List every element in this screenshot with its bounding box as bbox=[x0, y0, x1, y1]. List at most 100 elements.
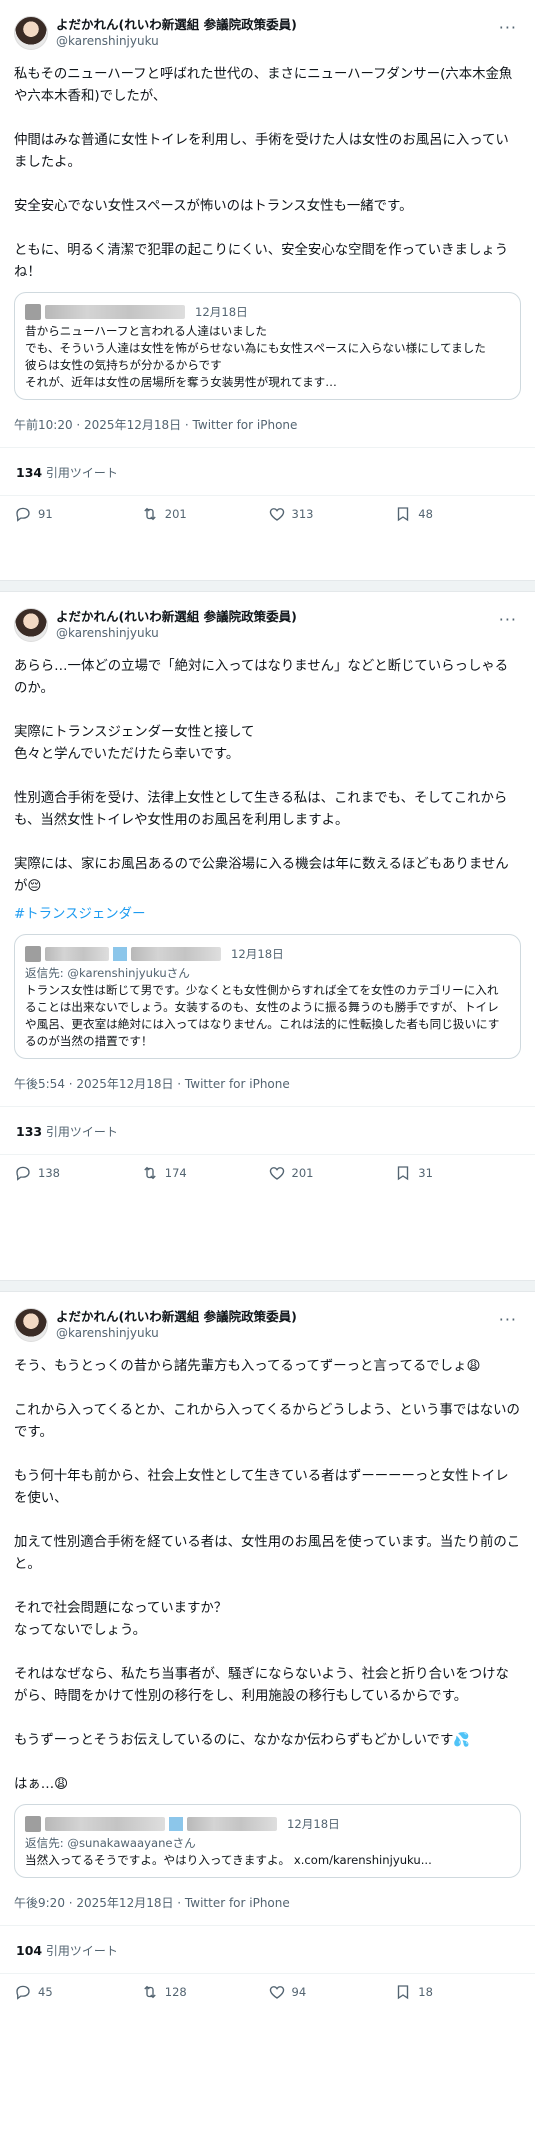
quoted-badge-redacted bbox=[169, 1817, 183, 1831]
quoted-avatar-redacted bbox=[25, 1816, 41, 1832]
tweet-separator bbox=[0, 580, 535, 592]
screenshot-page: よだかれん(れいわ新選組 参議院政策委員) @karenshinjyuku ··… bbox=[0, 0, 535, 2134]
quoted-author-redacted bbox=[45, 947, 109, 961]
quote-tweets-count[interactable]: 133 引用ツイート bbox=[14, 1107, 521, 1154]
display-name[interactable]: よだかれん(れいわ新選組 参議院政策委員) bbox=[56, 17, 297, 33]
quote-count-value: 134 bbox=[16, 465, 43, 480]
quote-tweets-count[interactable]: 104 引用ツイート bbox=[14, 1926, 521, 1973]
tweet-card: よだかれん(れいわ新選組 参議院政策委員) @karenshinjyuku ··… bbox=[0, 592, 535, 1280]
quoted-author-redacted bbox=[45, 305, 185, 319]
action-bar: 91 201 313 48 bbox=[14, 496, 521, 532]
quoted-avatar-redacted bbox=[25, 304, 41, 320]
reply-button[interactable]: 91 bbox=[14, 505, 141, 523]
quoted-tweet-header: 12月18日 bbox=[25, 1813, 510, 1835]
like-count: 201 bbox=[291, 1166, 314, 1180]
quoted-badge-redacted bbox=[113, 947, 127, 961]
quoted-tweet-header: 12月18日 bbox=[25, 943, 510, 965]
tweet-separator bbox=[0, 1280, 535, 1292]
avatar[interactable] bbox=[14, 16, 48, 50]
heart-icon bbox=[269, 1986, 284, 1999]
reply-count: 45 bbox=[38, 1985, 53, 1999]
quoted-date: 12月18日 bbox=[231, 946, 284, 961]
author-names: よだかれん(れいわ新選組 参議院政策委員) @karenshinjyuku bbox=[56, 17, 297, 49]
quote-count-value: 104 bbox=[16, 1943, 43, 1958]
reply-bubble-icon bbox=[16, 507, 30, 522]
tweet-card: よだかれん(れいわ新選組 参議院政策委員) @karenshinjyuku ··… bbox=[0, 0, 535, 580]
quote-count-label: 引用ツイート bbox=[45, 1944, 118, 1958]
retweet-icon bbox=[144, 1985, 156, 1999]
hashtag-link[interactable]: #トランスジェンダー bbox=[14, 904, 521, 926]
like-count: 313 bbox=[291, 507, 314, 521]
avatar[interactable] bbox=[14, 1308, 48, 1342]
heart-icon bbox=[269, 1167, 284, 1180]
quote-count-label: 引用ツイート bbox=[45, 1125, 118, 1139]
retweet-button[interactable]: 201 bbox=[141, 505, 268, 523]
reply-button[interactable]: 138 bbox=[14, 1164, 141, 1182]
quoted-tweet[interactable]: 12月18日 昔からニューハーフと言われる人達はいました でも、そういう人達は女… bbox=[14, 292, 521, 400]
reply-bubble-icon bbox=[16, 1166, 30, 1181]
bookmark-button[interactable]: 18 bbox=[394, 1983, 521, 2001]
more-dots-icon[interactable]: ··· bbox=[499, 1310, 517, 1329]
reply-bubble-icon bbox=[16, 1985, 30, 2000]
quoted-text: トランス女性は断じて男です。少なくとも女性側からすれば全てを女性のカテゴリーに入… bbox=[25, 983, 500, 1048]
quoted-handle-redacted bbox=[187, 1817, 277, 1831]
quoted-date: 12月18日 bbox=[287, 1816, 340, 1831]
display-name[interactable]: よだかれん(れいわ新選組 参議院政策委員) bbox=[56, 609, 297, 625]
author-names: よだかれん(れいわ新選組 参議院政策委員) @karenshinjyuku bbox=[56, 609, 297, 641]
tweet-timestamp[interactable]: 午後5:54 · 2025年12月18日 · Twitter for iPhon… bbox=[14, 1075, 521, 1092]
user-handle[interactable]: @karenshinjyuku bbox=[56, 1325, 297, 1341]
more-dots-icon[interactable]: ··· bbox=[499, 610, 517, 629]
heart-icon bbox=[269, 508, 284, 521]
bookmark-count: 48 bbox=[418, 507, 433, 521]
reply-button[interactable]: 45 bbox=[14, 1983, 141, 2001]
quoted-date: 12月18日 bbox=[195, 304, 248, 319]
bookmark-button[interactable]: 31 bbox=[394, 1164, 521, 1182]
quoted-text: 当然入ってるそうですよ。やはり入ってきますよ。 x.com/karenshinj… bbox=[25, 1853, 432, 1867]
quote-tweets-count[interactable]: 134 引用ツイート bbox=[14, 448, 521, 495]
like-count: 94 bbox=[291, 1985, 307, 1999]
quoted-reply-to: 返信先: @karenshinjyukuさん bbox=[25, 966, 190, 980]
retweet-button[interactable]: 128 bbox=[141, 1983, 268, 2001]
tweet-card: よだかれん(れいわ新選組 参議院政策委員) @karenshinjyuku ··… bbox=[0, 1292, 535, 2020]
tweet-text: そう、もうとっくの昔から諸先輩方も入ってるってずーっと言ってるでしょ😩 これから… bbox=[14, 1359, 521, 1792]
bookmark-button[interactable]: 48 bbox=[394, 505, 521, 523]
retweet-count: 201 bbox=[164, 507, 187, 521]
tweet-text: あらら…一体どの立場で「絶対に入ってはなりません」などと断じていらっしゃるのか。… bbox=[14, 659, 509, 894]
user-handle[interactable]: @karenshinjyuku bbox=[56, 33, 297, 49]
like-button[interactable]: 94 bbox=[268, 1983, 395, 2001]
quote-count-label: 引用ツイート bbox=[45, 466, 118, 480]
tweet-timestamp[interactable]: 午前10:20 · 2025年12月18日 · Twitter for iPho… bbox=[14, 416, 521, 433]
tweet-header: よだかれん(れいわ新選組 参議院政策委員) @karenshinjyuku bbox=[14, 606, 521, 644]
like-button[interactable]: 201 bbox=[268, 1164, 395, 1182]
more-dots-icon[interactable]: ··· bbox=[499, 18, 517, 37]
quoted-reply-to: 返信先: @sunakawaayaneさん bbox=[25, 1836, 196, 1850]
retweet-button[interactable]: 174 bbox=[141, 1164, 268, 1182]
display-name[interactable]: よだかれん(れいわ新選組 参議院政策委員) bbox=[56, 1309, 297, 1325]
author-names: よだかれん(れいわ新選組 参議院政策委員) @karenshinjyuku bbox=[56, 1309, 297, 1341]
bookmark-count: 18 bbox=[418, 1985, 433, 1999]
quoted-avatar-redacted bbox=[25, 946, 41, 962]
quoted-tweet-header: 12月18日 bbox=[25, 301, 510, 323]
reply-count: 138 bbox=[38, 1166, 60, 1180]
action-bar: 45 128 94 18 bbox=[14, 1974, 521, 2010]
tweet-text: 私もそのニューハーフと呼ばれた世代の、まさにニューハーフダンサー(六本木金魚や六… bbox=[14, 67, 513, 280]
tweet-header: よだかれん(れいわ新選組 参議院政策委員) @karenshinjyuku bbox=[14, 1306, 521, 1344]
bookmark-count: 31 bbox=[418, 1166, 433, 1180]
quoted-tweet[interactable]: 12月18日 返信先: @karenshinjyukuさん トランス女性は断じて… bbox=[14, 934, 521, 1059]
reply-count: 91 bbox=[38, 507, 53, 521]
avatar[interactable] bbox=[14, 608, 48, 642]
quoted-tweet[interactable]: 12月18日 返信先: @sunakawaayaneさん 当然入ってるそうですよ… bbox=[14, 1804, 521, 1878]
retweet-icon bbox=[144, 507, 156, 521]
like-button[interactable]: 313 bbox=[268, 505, 395, 523]
tweet-header: よだかれん(れいわ新選組 参議院政策委員) @karenshinjyuku bbox=[14, 14, 521, 52]
quote-count-value: 133 bbox=[16, 1124, 43, 1139]
quoted-text: 昔からニューハーフと言われる人達はいました でも、そういう人達は女性を怖がらせな… bbox=[25, 324, 486, 389]
retweet-count: 128 bbox=[164, 1985, 187, 1999]
tweet-timestamp[interactable]: 午後9:20 · 2025年12月18日 · Twitter for iPhon… bbox=[14, 1894, 521, 1911]
retweet-count: 174 bbox=[164, 1166, 187, 1180]
quoted-handle-redacted bbox=[131, 947, 221, 961]
user-handle[interactable]: @karenshinjyuku bbox=[56, 625, 297, 641]
quoted-author-redacted bbox=[45, 1817, 165, 1831]
action-bar: 138 174 201 31 bbox=[14, 1155, 521, 1191]
retweet-icon bbox=[144, 1166, 156, 1180]
